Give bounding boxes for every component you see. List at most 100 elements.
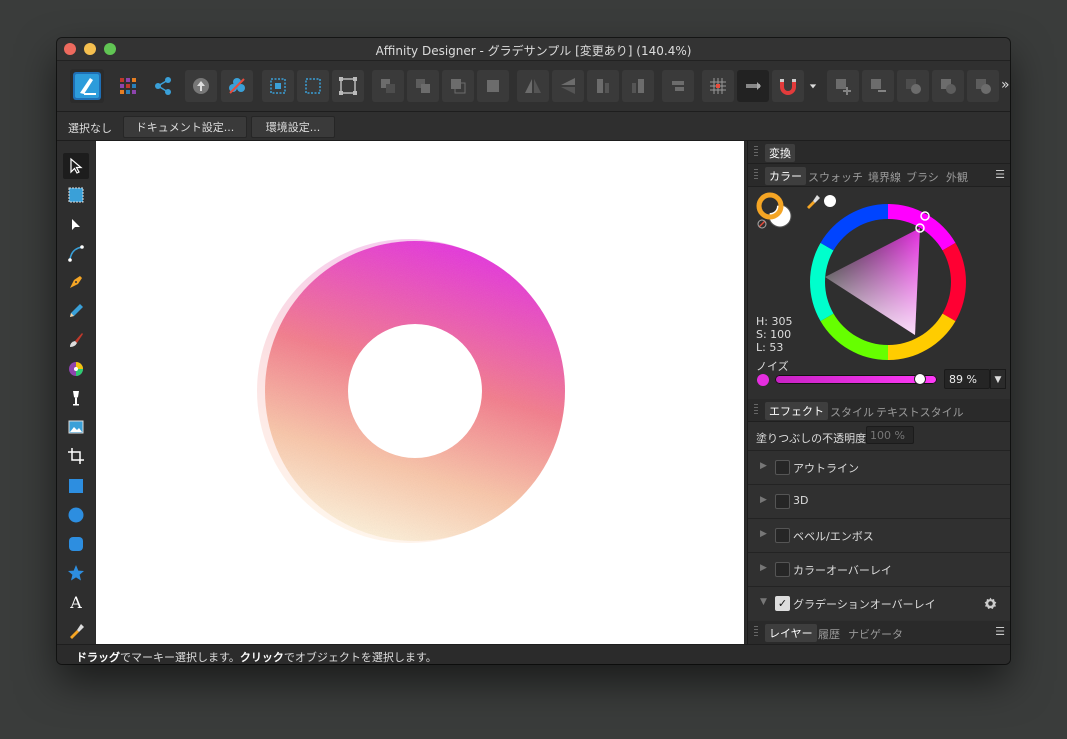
panel-menu-icon[interactable]: ☰ [995, 625, 1005, 638]
boolean-xor-button[interactable] [932, 70, 964, 102]
effect-checkbox[interactable] [775, 562, 790, 577]
panel-menu-icon[interactable]: ☰ [995, 168, 1005, 181]
force-pixel-button[interactable] [221, 70, 253, 102]
artboard-tool-icon [68, 187, 84, 203]
preferences-button[interactable]: 環境設定... [251, 116, 335, 138]
panel-grip[interactable] [754, 626, 758, 637]
assistant-button[interactable] [185, 70, 217, 102]
move-to-front-button[interactable] [477, 70, 509, 102]
star-tool[interactable] [63, 560, 89, 586]
move-back-one-button[interactable] [407, 70, 439, 102]
transparency-tool[interactable] [63, 385, 89, 411]
panel-grip[interactable] [754, 146, 758, 157]
status-hint: ドラッグでマーキー選択します。クリックでオブジェクトを選択します。 [76, 649, 437, 664]
move-to-back-button[interactable] [372, 70, 404, 102]
ellipse-tool[interactable] [63, 502, 89, 528]
boolean-subtract-button[interactable] [862, 70, 894, 102]
snapping-grid-button[interactable] [702, 70, 734, 102]
pen-tool[interactable] [63, 269, 89, 295]
rounded-rect-tool[interactable] [63, 531, 89, 557]
ellipse-tool-icon [68, 507, 84, 523]
expand-triangle-icon[interactable]: ▶ [760, 495, 767, 505]
tab-history[interactable]: 履歴 [818, 626, 840, 642]
snap-to-pixel-button[interactable] [737, 70, 769, 102]
select-object-button[interactable] [332, 70, 364, 102]
rectangle-tool[interactable] [63, 473, 89, 499]
selection-status: 選択なし [68, 122, 112, 135]
move-front-icon [487, 80, 499, 92]
brush-tool[interactable] [63, 327, 89, 353]
tab-swatches[interactable]: スウォッチ [808, 169, 863, 185]
pencil-tool[interactable] [63, 298, 89, 324]
align-button[interactable] [662, 70, 694, 102]
expand-triangle-icon[interactable]: ▶ [760, 461, 767, 471]
tab-styles[interactable]: スタイル [830, 404, 874, 420]
snapping-dropdown[interactable] [806, 70, 820, 102]
document-canvas[interactable] [96, 141, 744, 644]
tab-navigator[interactable]: ナビゲータ [848, 626, 903, 642]
document-setup-button[interactable]: ドキュメント設定... [123, 116, 247, 138]
effect-checkbox-checked[interactable]: ✓ [775, 596, 790, 611]
artboard-tool[interactable] [63, 182, 89, 208]
select-inverse-button[interactable] [297, 70, 329, 102]
fill-stroke-selector[interactable] [756, 192, 796, 232]
text-tool[interactable]: A [63, 589, 89, 615]
right-panels: 変換 カラー スウォッチ 境界線 ブラシ 外観 ☰ H: 305 S: 100 … [747, 141, 1010, 645]
crop-tool-icon [68, 448, 84, 464]
boolean-add-button[interactable] [827, 70, 859, 102]
expand-triangle-icon[interactable]: ▶ [760, 529, 767, 539]
gradient-ring-artwork[interactable] [96, 141, 744, 644]
hue-value: H: 305 [756, 315, 793, 328]
place-image-tool-icon [68, 420, 84, 434]
panel-grip[interactable] [754, 169, 758, 180]
text-tool-icon: A [69, 593, 82, 611]
crop-tool[interactable] [63, 443, 89, 469]
effect-row-bevel-emboss[interactable]: ▶ ベベル/エンボス [748, 518, 1010, 552]
tab-brushes[interactable]: ブラシ [906, 169, 939, 185]
export-persona-button[interactable] [147, 70, 179, 102]
collapse-triangle-icon[interactable]: ▼ [760, 597, 767, 607]
boolean-intersect-button[interactable] [897, 70, 929, 102]
gear-icon[interactable] [984, 597, 997, 610]
hsl-color-wheel[interactable] [808, 202, 968, 362]
fill-opacity-field[interactable]: 100 % ▾ [866, 426, 914, 460]
tab-text-styles[interactable]: テキストスタイル [876, 404, 964, 420]
noise-value-dropdown[interactable]: ▼ [990, 369, 1006, 389]
effect-row-3d[interactable]: ▶ 3D [748, 484, 1010, 518]
move-forward-one-button[interactable] [442, 70, 474, 102]
color-picker-tool[interactable] [63, 618, 89, 644]
node-tool-icon [72, 219, 80, 230]
expand-triangle-icon[interactable]: ▶ [760, 563, 767, 573]
effect-checkbox[interactable] [775, 528, 790, 543]
flip-horizontal-button[interactable] [517, 70, 549, 102]
tab-effects[interactable]: エフェクト [765, 402, 828, 420]
place-image-tool[interactable] [63, 414, 89, 440]
tab-transform[interactable]: 変換 [765, 144, 795, 162]
noise-value-field[interactable]: 89 % [944, 369, 990, 389]
snapping-button[interactable] [772, 70, 804, 102]
effect-checkbox[interactable] [775, 494, 790, 509]
designer-persona-button[interactable] [70, 69, 104, 103]
canvas-area [95, 141, 746, 644]
move-tool[interactable] [63, 153, 89, 179]
tab-color[interactable]: カラー [765, 167, 806, 185]
effect-row-outline[interactable]: ▶ アウトライン [748, 450, 1010, 484]
effect-row-color-overlay[interactable]: ▶ カラーオーバーレイ [748, 552, 1010, 586]
effect-checkbox[interactable] [775, 460, 790, 475]
select-all-button[interactable] [262, 70, 294, 102]
tab-layers[interactable]: レイヤー [765, 624, 817, 642]
rotate-right-button[interactable] [622, 70, 654, 102]
fill-tool[interactable] [63, 356, 89, 382]
toolbar-overflow-button[interactable]: » [1001, 77, 1010, 93]
flip-vertical-button[interactable] [552, 70, 584, 102]
corner-tool[interactable] [63, 240, 89, 266]
tab-appearance[interactable]: 外観 [946, 169, 968, 185]
effect-row-gradient-overlay[interactable]: ▼ ✓ グラデーションオーバーレイ [748, 586, 1010, 620]
panel-grip[interactable] [754, 404, 758, 415]
noise-slider-track[interactable] [775, 375, 937, 384]
node-tool[interactable] [63, 212, 89, 238]
rotate-left-button[interactable] [587, 70, 619, 102]
tab-stroke[interactable]: 境界線 [868, 169, 901, 185]
boolean-divide-button[interactable] [967, 70, 999, 102]
pixel-persona-button[interactable] [112, 70, 144, 102]
